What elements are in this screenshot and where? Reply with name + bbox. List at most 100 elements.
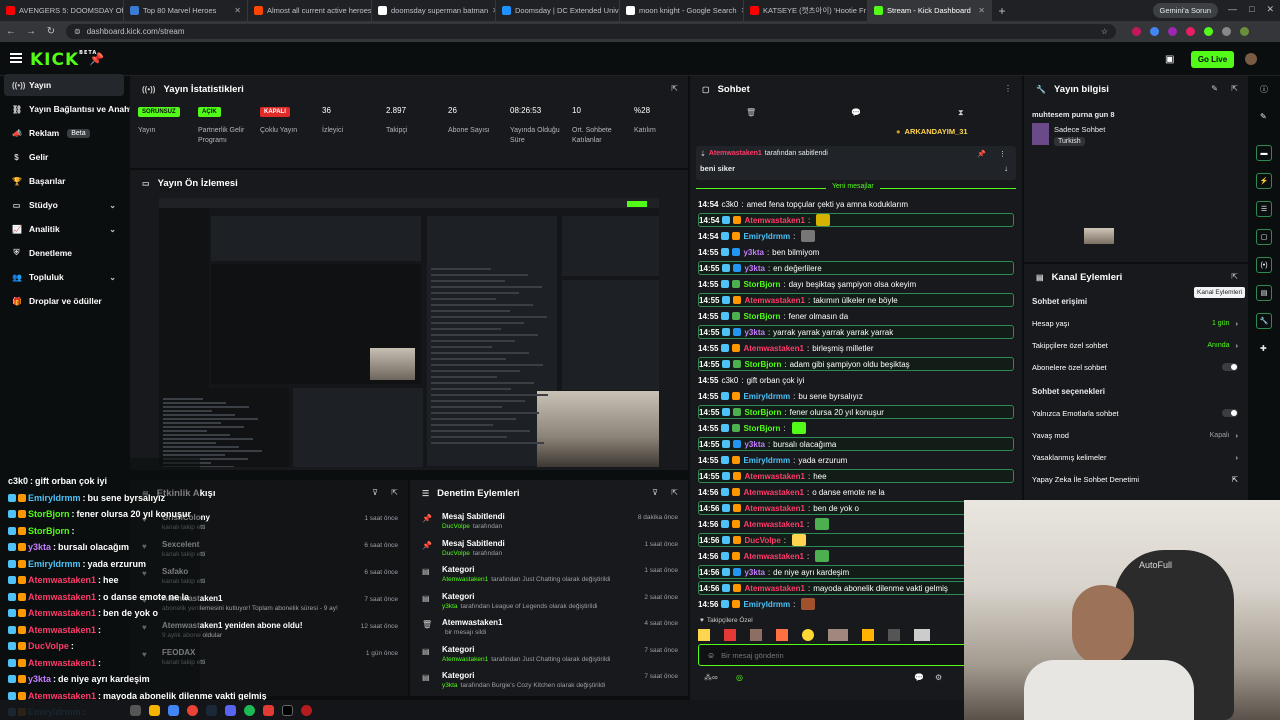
- popout-icon[interactable]: ⇱: [1231, 84, 1238, 93]
- sidebar-item-dollar[interactable]: $ Gelir: [4, 146, 124, 168]
- pin-icon[interactable]: 📌: [89, 52, 104, 66]
- sidebar-item-link[interactable]: ⛓ Yayın Bağlantısı ve Anahta: [4, 98, 137, 120]
- forward-icon[interactable]: →: [26, 26, 36, 37]
- chat-username[interactable]: StorBjorn: [744, 360, 781, 369]
- subs-chat-toggle[interactable]: [1222, 363, 1238, 371]
- chat-message[interactable]: 14:55 StorBjorn: adam gibi şampiyon oldu b…: [698, 357, 1014, 371]
- app-icon[interactable]: [130, 704, 141, 716]
- ai-moderation-row[interactable]: Yapay Zeka İle Sohbet Denetimi ⇱: [1032, 472, 1238, 486]
- filter-icon[interactable]: ⊽: [372, 488, 378, 497]
- go-live-button[interactable]: Go Live: [1191, 51, 1234, 68]
- user-avatar[interactable]: [1245, 53, 1257, 65]
- kick-logo[interactable]: KICKBETA: [30, 50, 97, 70]
- sidebar-item-signal[interactable]: ((•)) Yayın: [4, 74, 124, 96]
- account-age-row[interactable]: Hesap yaşı 1 gün ›: [1032, 316, 1238, 330]
- stats-icon[interactable]: ⁂∞: [704, 673, 718, 682]
- sidebar-item-trophy[interactable]: 🏆 Başarılar: [4, 170, 124, 192]
- extensions-puzzle-icon[interactable]: [1222, 27, 1231, 36]
- more-options-icon[interactable]: ⋮: [1004, 84, 1012, 93]
- chat-message[interactable]: 14:55 StorBjorn: fener olursa 20 yıl konuş…: [698, 405, 1014, 419]
- emote[interactable]: [914, 629, 930, 641]
- browser-icon[interactable]: [168, 704, 179, 716]
- sidebar-item-video[interactable]: ▭ Stüdyo ⌄: [4, 194, 124, 216]
- steam-icon[interactable]: [206, 704, 217, 716]
- pinned-by-user[interactable]: Atemwastaken1: [709, 150, 762, 158]
- sidebar-item-shield[interactable]: ⛨ Denetleme: [4, 242, 124, 264]
- stream-preview-video[interactable]: [159, 198, 659, 467]
- profile-avatar[interactable]: [1240, 27, 1249, 36]
- mod-actor[interactable]: DucVolpe: [442, 523, 470, 530]
- mod-actor[interactable]: Atemwastaken1: [442, 576, 488, 583]
- chat-username[interactable]: y3kta: [743, 248, 763, 257]
- chat-settings-bubble-icon[interactable]: 💬: [914, 673, 924, 682]
- browser-tab[interactable]: Doomsday | DC Extended Univ✕: [496, 0, 620, 21]
- mod-actor[interactable]: Atemwastaken1: [442, 656, 488, 663]
- chat-message[interactable]: 14:55 c3k0: gift orban çok iyi: [698, 373, 1014, 387]
- chat-username[interactable]: y3kta: [744, 568, 764, 577]
- slow-mode-row[interactable]: Yavaş mod Kapalı ›: [1032, 428, 1238, 442]
- close-tab-icon[interactable]: ✕: [978, 6, 985, 15]
- chat-username[interactable]: StorBjorn: [744, 408, 781, 417]
- mod-actor[interactable]: DucVolpe: [442, 550, 470, 557]
- chat-username[interactable]: StorBjorn: [743, 424, 780, 433]
- browser-tab[interactable]: moon knight - Google Search✕: [620, 0, 744, 21]
- site-info-icon[interactable]: ⊜: [74, 27, 81, 36]
- emote[interactable]: [888, 629, 900, 641]
- chat-username[interactable]: DucVolpe: [744, 536, 780, 545]
- spotify-icon[interactable]: [244, 704, 255, 716]
- url-bar[interactable]: ⊜ dashboard.kick.com/stream ☆: [66, 24, 1116, 39]
- browser-tab[interactable]: Top 80 Marvel Heroes ✕: [124, 0, 248, 21]
- extension-icon[interactable]: [1168, 27, 1177, 36]
- menu-icon[interactable]: [10, 53, 22, 63]
- stats-widget-icon[interactable]: ▬: [1256, 145, 1272, 161]
- chat-username[interactable]: StorBjorn: [743, 280, 780, 289]
- extension-icon[interactable]: [1132, 27, 1141, 36]
- info-icon[interactable]: ⓘ: [1260, 84, 1268, 95]
- camera-icon[interactable]: ▣: [1165, 54, 1174, 65]
- sidebar-item-chart[interactable]: 📈 Analitik ⌄: [4, 218, 124, 240]
- chat-widget-icon[interactable]: ▢: [1256, 229, 1272, 245]
- trash-icon[interactable]: 🗑: [746, 108, 756, 117]
- chat-message-input[interactable]: [721, 650, 922, 660]
- chat-message[interactable]: 14:55 Atemwastaken1: takımın ülkeler ne bö…: [698, 293, 1014, 307]
- close-tab-icon[interactable]: ✕: [234, 6, 241, 15]
- new-tab-icon[interactable]: +: [992, 4, 1012, 18]
- chat-username[interactable]: Atemwastaken1: [744, 216, 804, 225]
- minimize-icon[interactable]: —: [1228, 4, 1237, 15]
- close-window-icon[interactable]: ✕: [1266, 4, 1274, 15]
- chat-username[interactable]: Emiryldrmm: [743, 232, 790, 241]
- edit-layout-icon[interactable]: ✎: [1260, 112, 1267, 121]
- hourglass-icon[interactable]: ⧗: [958, 108, 964, 118]
- chat-username[interactable]: Atemwastaken1: [743, 488, 803, 497]
- category-name[interactable]: Sadece Sohbet: [1054, 125, 1105, 134]
- top-gifter[interactable]: ● ARKANDAYIM_31: [896, 127, 968, 136]
- discord-icon[interactable]: [225, 704, 236, 716]
- chat-message[interactable]: 14:55 Emiryldrmm: yada erzurum: [698, 453, 1014, 467]
- folder-icon[interactable]: [149, 704, 160, 716]
- emote[interactable]: [862, 629, 874, 641]
- chat-message[interactable]: 14:54 Atemwastaken1:: [698, 213, 1014, 227]
- emote-only-toggle[interactable]: [1222, 409, 1238, 417]
- mod-actor[interactable]: y3kta: [442, 682, 458, 689]
- popout-icon[interactable]: ⇱: [391, 488, 398, 497]
- chat-message[interactable]: 14:55 Emiryldrmm: bu sene byrsalıyız: [698, 389, 1014, 403]
- mod-actor[interactable]: y3kta: [442, 603, 458, 610]
- signal-widget-icon[interactable]: (•): [1256, 257, 1272, 273]
- emote[interactable]: [724, 629, 736, 641]
- chat-message[interactable]: 14:55 y3kta: bursalı olacağıma: [698, 437, 1014, 451]
- popout-icon[interactable]: ⇱: [1231, 272, 1238, 281]
- chat-username[interactable]: Emiryldrmm: [743, 456, 790, 465]
- maximize-icon[interactable]: □: [1249, 4, 1254, 15]
- refresh-icon[interactable]: ◎: [736, 673, 743, 682]
- chat-message[interactable]: 14:55 y3kta: yarrak yarrak yarrak yarrak y…: [698, 325, 1014, 339]
- popout-icon[interactable]: ⇱: [671, 488, 678, 497]
- followers-chat-row[interactable]: Takipçilere özel sohbet Anında ›: [1032, 338, 1238, 352]
- chat-username[interactable]: c3k0: [721, 200, 738, 209]
- reload-icon[interactable]: ↻: [46, 26, 56, 37]
- chat-username[interactable]: y3kta: [744, 328, 764, 337]
- browser-tab[interactable]: Stream - Kick Dashboard ✕: [868, 0, 992, 21]
- chat-message[interactable]: 14:55 StorBjorn: dayı beşiktaş şampiyon ol…: [698, 277, 1014, 291]
- smile-icon[interactable]: ☺: [707, 651, 715, 660]
- chat-message[interactable]: 14:54 c3k0: amed fena topçular çekti ya am…: [698, 197, 1014, 211]
- add-widget-icon[interactable]: ✚: [1260, 344, 1267, 353]
